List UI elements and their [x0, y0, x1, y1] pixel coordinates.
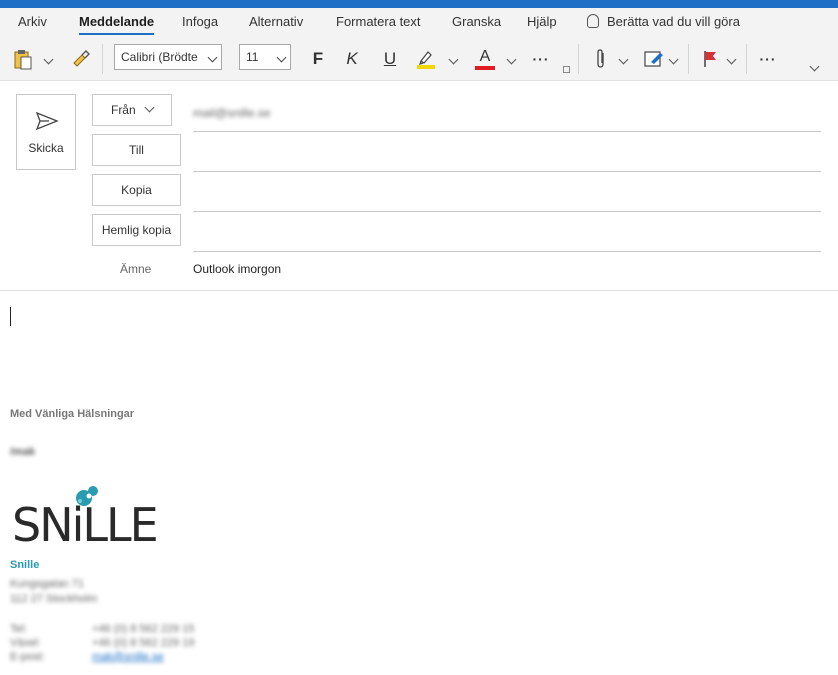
to-input[interactable]	[193, 134, 821, 172]
ribbon-collapse-button[interactable]	[806, 58, 822, 74]
send-button[interactable]: Skicka	[16, 94, 76, 170]
from-label: Från	[110, 103, 136, 117]
chevron-down-icon	[43, 54, 53, 64]
attach-file-button[interactable]	[590, 46, 612, 72]
signature-name: /mak	[10, 446, 36, 458]
signature-icon	[644, 51, 663, 67]
divider	[746, 44, 747, 74]
signature-button[interactable]	[641, 46, 667, 72]
chevron-down-icon	[809, 61, 819, 71]
chevron-down-icon	[448, 54, 458, 64]
email-link[interactable]: mak@snille.se	[92, 651, 164, 663]
chevron-down-icon	[668, 54, 678, 64]
ribbon-tabs: Arkiv Meddelande Infoga Alternativ Forma…	[0, 8, 838, 40]
font-size-value: 11	[246, 50, 259, 64]
bcc-button[interactable]: Hemlig kopia	[92, 214, 181, 246]
highlight-button[interactable]	[413, 46, 439, 72]
underline-button[interactable]: U	[378, 46, 402, 72]
tab-meddelande[interactable]: Meddelande	[79, 14, 155, 35]
divider	[578, 44, 579, 74]
tell-me-label: Berätta vad du vill göra	[607, 14, 740, 29]
message-body[interactable]: Med Vänliga Hälsningar /mak SNiLLE Snill…	[0, 291, 838, 675]
send-label: Skicka	[28, 141, 64, 155]
font-color-label: A	[479, 48, 491, 65]
lightbulb-icon	[587, 14, 599, 28]
chevron-down-icon	[726, 54, 736, 64]
highlight-dropdown[interactable]	[445, 46, 461, 72]
font-color-dropdown[interactable]	[503, 46, 519, 72]
signature-company: Snille	[10, 559, 40, 571]
tell-me-search[interactable]: Berätta vad du vill göra	[587, 14, 740, 29]
highlighter-icon	[417, 51, 435, 69]
bcc-input[interactable]	[193, 214, 821, 252]
subject-label: Ämne	[120, 262, 152, 276]
signature-dropdown[interactable]	[665, 46, 681, 72]
paperclip-icon	[597, 49, 604, 68]
to-button[interactable]: Till	[92, 134, 181, 166]
italic-button[interactable]: K	[340, 46, 364, 72]
more-commands-button[interactable]: ···	[754, 46, 782, 72]
tab-alternativ[interactable]: Alternativ	[249, 14, 303, 29]
flag-icon	[704, 51, 716, 67]
divider	[102, 44, 103, 74]
contact-label: E-post:	[10, 651, 45, 663]
tab-granska[interactable]: Granska	[452, 14, 501, 29]
font-name-select[interactable]: Calibri (Brödte	[114, 44, 222, 70]
signature-address-line1: Kungsgatan 71	[10, 578, 85, 590]
tab-infoga[interactable]: Infoga	[182, 14, 218, 29]
tab-formatera-text[interactable]: Formatera text	[336, 14, 421, 29]
ribbon-toolbar: Calibri (Brödte 11 F K U A ··· ···	[0, 40, 838, 81]
dialog-launcher-icon[interactable]	[563, 66, 570, 73]
format-painter-button[interactable]	[68, 46, 94, 72]
from-field: mail@snille.se	[193, 94, 821, 132]
snille-logo-icon: SNiLLE	[12, 486, 159, 552]
font-size-select[interactable]: 11	[239, 44, 291, 70]
tab-hjalp[interactable]: Hjälp	[527, 14, 557, 29]
from-button[interactable]: Från	[92, 94, 172, 126]
snille-logo: SNiLLE	[10, 481, 170, 552]
signature-greeting: Med Vänliga Hälsningar	[10, 408, 135, 420]
text-cursor	[10, 307, 11, 326]
chevron-down-icon	[144, 102, 155, 113]
chevron-down-icon	[506, 54, 516, 64]
font-color-button[interactable]: A	[472, 46, 498, 72]
bold-button[interactable]: F	[306, 46, 330, 72]
follow-up-flag-button[interactable]	[698, 46, 722, 72]
format-painter-icon	[73, 50, 90, 67]
more-formatting-button[interactable]: ···	[528, 46, 554, 72]
cc-button[interactable]: Kopia	[92, 174, 181, 206]
from-value: mail@snille.se	[193, 106, 271, 120]
font-name-value: Calibri (Brödte	[121, 50, 198, 64]
chevron-down-icon	[276, 52, 287, 63]
chevron-down-icon	[207, 52, 218, 63]
contact-label: Växel:	[10, 637, 41, 649]
paste-dropdown[interactable]	[40, 46, 56, 72]
divider	[688, 44, 689, 74]
send-icon	[35, 111, 59, 131]
contact-label: Tel:	[10, 623, 28, 635]
signature-address-line2: 112 27 Stockholm	[10, 593, 98, 605]
attach-dropdown[interactable]	[615, 46, 631, 72]
contact-value: +46 (0) 8 562 229 15	[92, 623, 195, 635]
clipboard-icon	[14, 50, 32, 70]
chevron-down-icon	[618, 54, 628, 64]
subject-input[interactable]: Outlook imorgon	[193, 262, 281, 276]
cc-input[interactable]	[193, 174, 821, 212]
contact-value: +46 (0) 8 562 229 19	[92, 637, 195, 649]
title-bar-strip	[0, 0, 838, 8]
tab-arkiv[interactable]: Arkiv	[18, 14, 47, 29]
font-color-swatch	[475, 66, 495, 70]
logo-wordmark: SNiLLE	[12, 498, 157, 551]
paste-button[interactable]	[10, 46, 36, 72]
flag-dropdown[interactable]	[723, 46, 739, 72]
